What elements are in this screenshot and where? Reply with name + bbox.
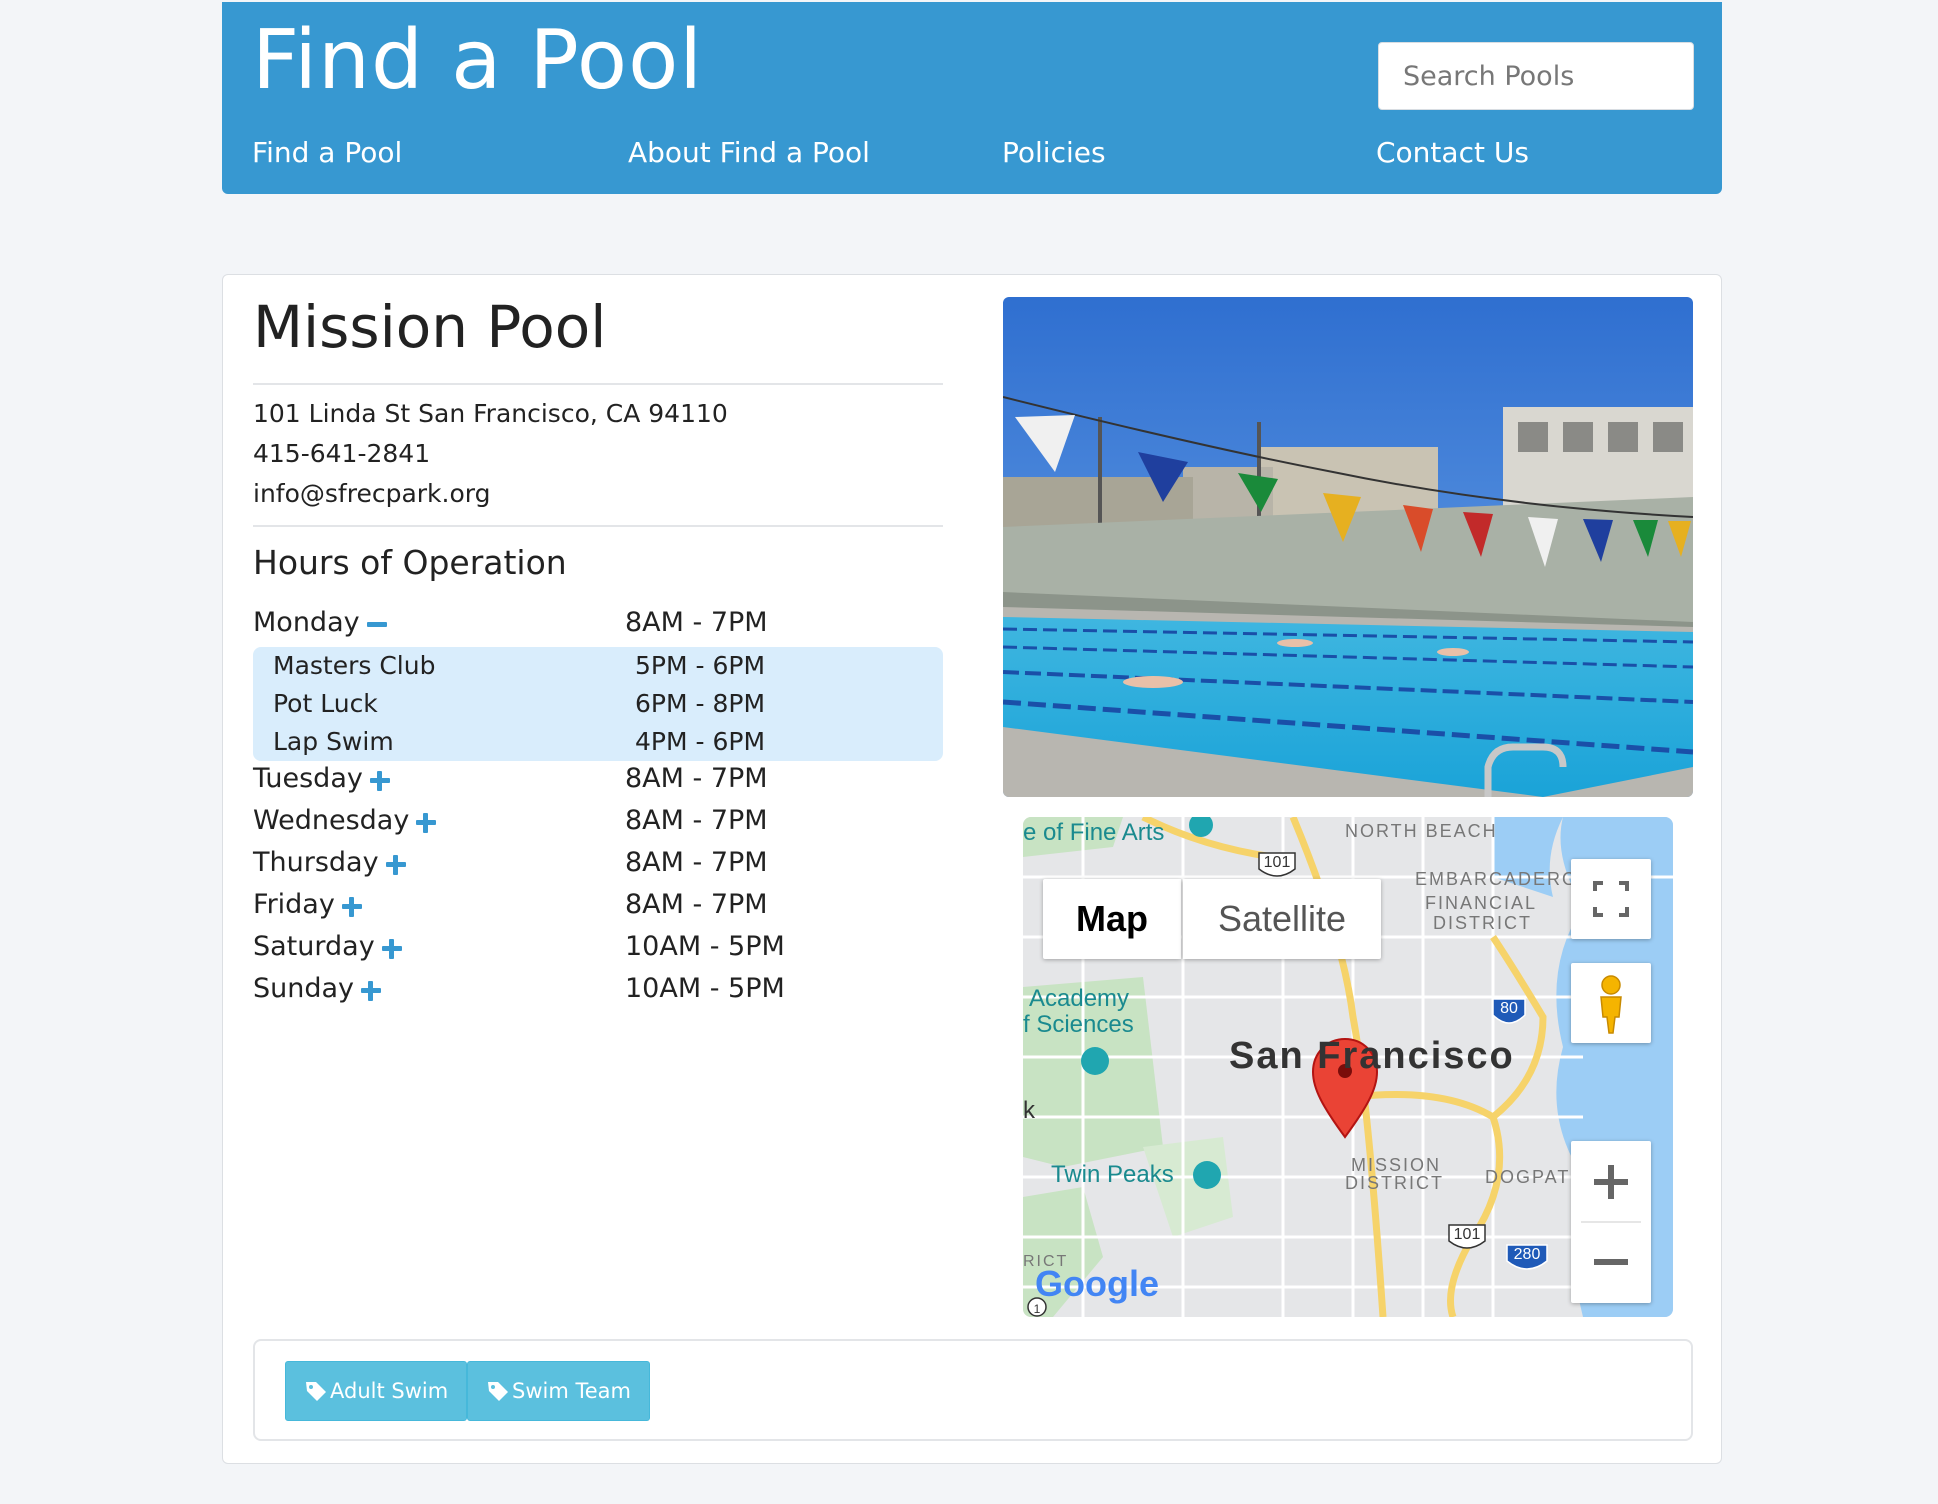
pool-phone[interactable]: 415-641-2841 bbox=[253, 439, 430, 468]
day-row-wednesday: Wednesday 8AM - 7PM bbox=[253, 805, 943, 845]
pool-address: 101 Linda St San Francisco, CA 94110 bbox=[253, 399, 728, 428]
plus-icon[interactable] bbox=[369, 769, 391, 791]
tag-adult-swim[interactable]: Adult Swim bbox=[285, 1361, 468, 1421]
session-row: Pot Luck 6PM - 8PM bbox=[253, 689, 943, 727]
plus-icon[interactable] bbox=[360, 979, 382, 1001]
day-hours: 10AM - 5PM bbox=[625, 973, 785, 1004]
day-label: Monday bbox=[253, 607, 388, 638]
plus-icon[interactable] bbox=[385, 853, 407, 875]
tag-label: Swim Team bbox=[512, 1379, 631, 1403]
day-label: Wednesday bbox=[253, 805, 437, 836]
zoom-out-icon bbox=[1594, 1259, 1628, 1265]
map-label-dogpatch: DOGPAT bbox=[1485, 1167, 1571, 1187]
session-row: Lap Swim 4PM - 6PM bbox=[253, 727, 943, 765]
tag-swim-team[interactable]: Swim Team bbox=[467, 1361, 650, 1421]
zoom-in-icon bbox=[1594, 1165, 1628, 1199]
tag-label: Adult Swim bbox=[330, 1379, 449, 1403]
pool-name: Mission Pool bbox=[253, 293, 607, 361]
zoom-icons bbox=[1581, 1165, 1641, 1265]
pool-photo-illustration bbox=[1003, 297, 1693, 797]
day-label: Tuesday bbox=[253, 763, 391, 794]
nav-find-a-pool[interactable]: Find a Pool bbox=[252, 136, 402, 169]
day-row-saturday: Saturday 10AM - 5PM bbox=[253, 931, 943, 971]
minus-icon[interactable] bbox=[366, 613, 388, 635]
day-hours: 8AM - 7PM bbox=[625, 763, 768, 794]
day-label: Saturday bbox=[253, 931, 403, 962]
session-time: 4PM - 6PM bbox=[635, 727, 766, 756]
session-row: Masters Club 5PM - 6PM bbox=[253, 651, 943, 689]
map-label-sciences: f Sciences bbox=[1023, 1011, 1134, 1038]
map-label-embarcadero: EMBARCADERO bbox=[1415, 869, 1579, 889]
map-label-financial: FINANCIAL bbox=[1425, 893, 1538, 913]
nav-about[interactable]: About Find a Pool bbox=[628, 136, 870, 169]
plus-icon[interactable] bbox=[415, 811, 437, 833]
day-row-friday: Friday 8AM - 7PM bbox=[253, 889, 943, 929]
tag-icon bbox=[306, 1382, 326, 1401]
street-view-button[interactable] bbox=[1571, 963, 1651, 1043]
day-row-thursday: Thursday 8AM - 7PM bbox=[253, 847, 943, 887]
day-row-monday: Monday 8AM - 7PM bbox=[253, 607, 943, 647]
hours-heading: Hours of Operation bbox=[253, 543, 567, 582]
fullscreen-icon bbox=[1593, 881, 1629, 917]
divider bbox=[253, 525, 943, 527]
tag-icon bbox=[488, 1382, 508, 1401]
site-title[interactable]: Find a Pool bbox=[252, 15, 703, 106]
day-hours: 8AM - 7PM bbox=[625, 847, 768, 878]
day-hours: 8AM - 7PM bbox=[625, 805, 768, 836]
plus-icon[interactable] bbox=[381, 937, 403, 959]
monday-sessions: Masters Club 5PM - 6PM Pot Luck 6PM - 8P… bbox=[253, 647, 943, 761]
day-row-tuesday: Tuesday 8AM - 7PM bbox=[253, 763, 943, 803]
map-label-fine-arts: e of Fine Arts bbox=[1023, 819, 1165, 846]
pool-email[interactable]: info@sfrecpark.org bbox=[253, 479, 490, 508]
fullscreen-button[interactable] bbox=[1571, 859, 1651, 939]
map-type-satellite-button[interactable]: Satellite bbox=[1183, 879, 1381, 959]
site-header: Find a Pool Find a Pool About Find a Poo… bbox=[222, 2, 1722, 194]
map-label-district: DISTRICT bbox=[1433, 913, 1532, 933]
google-logo: Google bbox=[1035, 1263, 1159, 1304]
nav-policies[interactable]: Policies bbox=[1002, 136, 1106, 169]
route-80: 80 bbox=[1500, 1000, 1518, 1017]
tags-box: Adult Swim Swim Team bbox=[253, 1339, 1693, 1441]
route-101-top: 101 bbox=[1264, 854, 1291, 871]
session-time: 6PM - 8PM bbox=[635, 689, 766, 718]
map-label-mission-district: DISTRICT bbox=[1345, 1173, 1444, 1193]
plus-icon[interactable] bbox=[341, 895, 363, 917]
day-label: Sunday bbox=[253, 973, 382, 1004]
divider bbox=[253, 383, 943, 385]
day-label: Friday bbox=[253, 889, 363, 920]
map[interactable]: 101 80 101 280 1 e of Fine Arts NORTH BE… bbox=[1023, 817, 1673, 1317]
session-time: 5PM - 6PM bbox=[635, 651, 766, 680]
map-type-control: Map Satellite bbox=[1043, 879, 1381, 959]
search-input[interactable] bbox=[1378, 42, 1694, 110]
session-name: Masters Club bbox=[273, 651, 436, 680]
zoom-control bbox=[1571, 1141, 1651, 1303]
pegman-icon bbox=[1600, 975, 1622, 1034]
route-101: 101 bbox=[1454, 1226, 1481, 1243]
nav-contact-us[interactable]: Contact Us bbox=[1376, 136, 1529, 169]
map-label-twin-peaks: Twin Peaks bbox=[1051, 1161, 1174, 1188]
map-label-north-beach: NORTH BEACH bbox=[1345, 821, 1498, 841]
pool-photo bbox=[1003, 297, 1693, 797]
day-hours: 8AM - 7PM bbox=[625, 607, 768, 638]
day-row-sunday: Sunday 10AM - 5PM bbox=[253, 973, 943, 1013]
map-type-map-button[interactable]: Map bbox=[1043, 879, 1181, 959]
day-hours: 8AM - 7PM bbox=[625, 889, 768, 920]
map-label-city: San Francisco bbox=[1229, 1035, 1515, 1077]
session-name: Pot Luck bbox=[273, 689, 378, 718]
session-name: Lap Swim bbox=[273, 727, 394, 756]
pool-detail-card: Mission Pool 101 Linda St San Francisco,… bbox=[222, 274, 1722, 1464]
day-label: Thursday bbox=[253, 847, 407, 878]
map-label-k: k bbox=[1023, 1097, 1035, 1124]
map-label-academy: Academy bbox=[1029, 985, 1130, 1012]
route-280: 280 bbox=[1514, 1246, 1541, 1263]
day-hours: 10AM - 5PM bbox=[625, 931, 785, 962]
